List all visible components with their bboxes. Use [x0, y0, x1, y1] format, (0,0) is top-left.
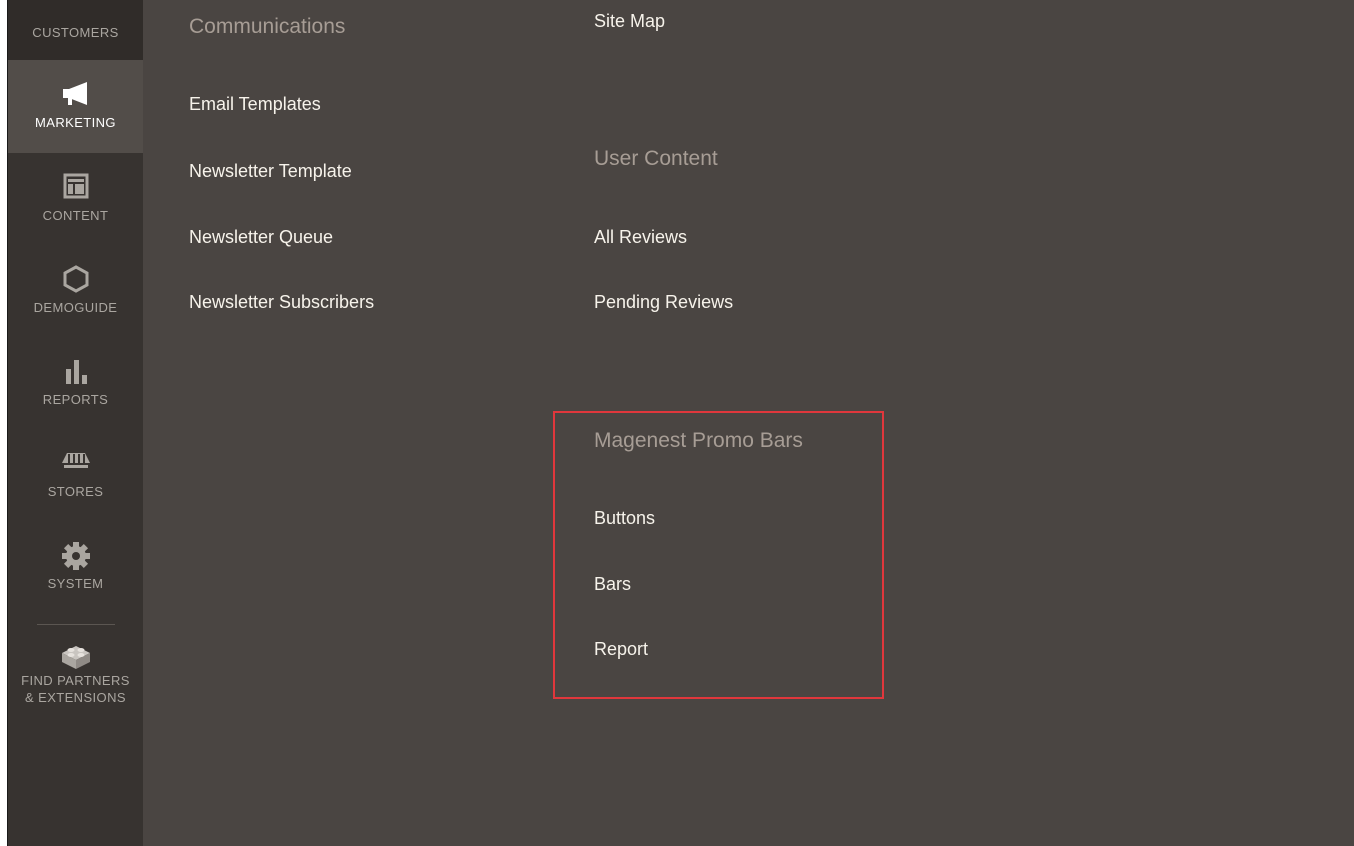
sidebar-divider — [37, 624, 115, 625]
sidebar-item-customers[interactable]: CUSTOMERS — [8, 0, 143, 60]
storefront-icon — [58, 449, 94, 477]
sidebar-item-reports[interactable]: REPORTS — [8, 337, 143, 429]
promo-buttons-link[interactable]: Buttons — [594, 508, 655, 529]
email-templates-link[interactable]: Email Templates — [189, 94, 321, 115]
megaphone-icon — [58, 80, 94, 108]
communications-section-title: Communications — [189, 15, 346, 38]
sidebar-item-demoguide[interactable]: DEMOGUIDE — [8, 245, 143, 337]
bar-chart-icon — [58, 357, 94, 385]
user-content-section-title: User Content — [594, 147, 718, 170]
sidebar-item-system[interactable]: SYSTEM — [8, 521, 143, 613]
newsletter-template-link[interactable]: Newsletter Template — [189, 161, 352, 182]
lego-brick-icon — [58, 640, 94, 669]
sidebar-item-label: DEMOGUIDE — [33, 300, 118, 315]
promo-bars-section-title: Magenest Promo Bars — [594, 429, 803, 452]
sidebar-item-find-partners[interactable]: FIND PARTNERS & EXTENSIONS — [8, 626, 143, 726]
sidebar-item-label: FIND PARTNERS & EXTENSIONS — [21, 672, 130, 706]
site-map-link[interactable]: Site Map — [594, 11, 665, 32]
sidebar-item-label: STORES — [47, 484, 104, 499]
newsletter-queue-link[interactable]: Newsletter Queue — [189, 227, 333, 248]
sidebar-item-content[interactable]: CONTENT — [8, 153, 143, 245]
sidebar-item-label: CONTENT — [42, 208, 109, 223]
content-layout-icon — [58, 173, 94, 201]
promo-report-link[interactable]: Report — [594, 639, 648, 660]
sidebar-item-label: MARKETING — [35, 115, 116, 130]
hexagon-icon — [58, 265, 94, 293]
sidebar-item-marketing[interactable]: MARKETING — [8, 60, 143, 153]
sidebar-item-label: CUSTOMERS — [32, 25, 119, 40]
admin-window: CUSTOMERS MARKETING CONTENT DEMOGUIDE RE… — [7, 0, 1354, 846]
sidebar-item-stores[interactable]: STORES — [8, 429, 143, 521]
sidebar-item-label: SYSTEM — [47, 576, 104, 591]
sidebar-item-label-line1: FIND PARTNERS — [21, 673, 130, 688]
newsletter-subscribers-link[interactable]: Newsletter Subscribers — [189, 292, 374, 313]
admin-sidebar: CUSTOMERS MARKETING CONTENT DEMOGUIDE RE… — [8, 0, 143, 846]
pending-reviews-link[interactable]: Pending Reviews — [594, 292, 733, 313]
sidebar-item-label: REPORTS — [42, 392, 109, 407]
gear-icon — [58, 541, 94, 570]
all-reviews-link[interactable]: All Reviews — [594, 227, 687, 248]
promo-bars-link[interactable]: Bars — [594, 574, 631, 595]
sidebar-item-label-line2: & EXTENSIONS — [25, 690, 126, 705]
